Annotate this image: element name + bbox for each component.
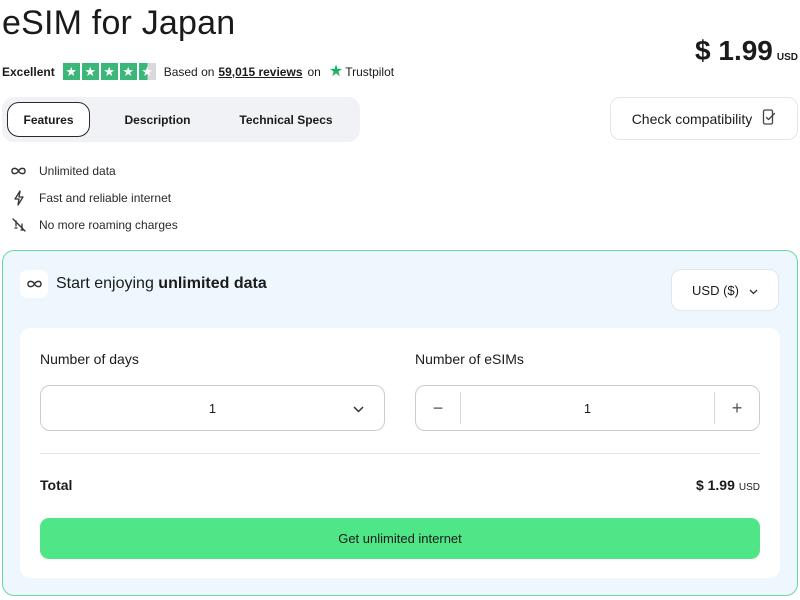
- days-select[interactable]: 1: [40, 385, 385, 431]
- feature-list: Unlimited data Fast and reliable interne…: [10, 157, 178, 238]
- trustpilot-star-icon: ★: [328, 62, 344, 80]
- total-amount: $ 1.99: [695, 477, 735, 493]
- currency-value: USD ($): [692, 282, 739, 298]
- reviews-link[interactable]: 59,015 reviews: [218, 65, 302, 79]
- card-divider: [40, 453, 760, 454]
- feature-item: No more roaming charges: [10, 211, 178, 238]
- page-title: eSIM for Japan: [2, 4, 236, 42]
- half-star-icon: ★: [138, 63, 156, 80]
- infinity-icon: [20, 270, 48, 298]
- feature-item: Fast and reliable internet: [10, 184, 178, 211]
- purchase-panel: Start enjoying unlimited data USD ($) Nu…: [2, 250, 798, 596]
- trustpilot-logo[interactable]: ★ Trustpilot: [328, 62, 395, 80]
- panel-header: Start enjoying unlimited data: [20, 270, 267, 298]
- rating-stars: ★ ★ ★ ★ ★: [62, 63, 156, 80]
- no-roaming-icon: [10, 216, 27, 233]
- total-price: $ 1.99 USD: [696, 477, 760, 493]
- days-label: Number of days: [40, 351, 139, 367]
- product-tabs: Features Description Technical Specs: [2, 97, 360, 142]
- esims-stepper: − +: [415, 385, 760, 431]
- on-text: on: [307, 64, 321, 79]
- price-currency: USD: [776, 52, 798, 63]
- decrement-button[interactable]: −: [416, 386, 460, 430]
- price-amount: $ 1.99: [695, 35, 773, 66]
- tab-features[interactable]: Features: [7, 102, 90, 137]
- total-currency: USD: [738, 482, 760, 493]
- esims-label: Number of eSIMs: [415, 351, 524, 367]
- panel-title-bold: unlimited data: [158, 275, 267, 292]
- chevron-down-icon: [353, 401, 364, 416]
- days-value: 1: [208, 400, 217, 416]
- check-compatibility-label: Check compatibility: [631, 110, 753, 127]
- rating-label: Excellent: [2, 64, 55, 79]
- check-compatibility-button[interactable]: Check compatibility: [610, 97, 798, 140]
- increment-button[interactable]: +: [715, 386, 759, 430]
- order-card: Number of days Number of eSIMs 1 − + Tot…: [20, 328, 780, 578]
- total-label: Total: [40, 477, 73, 493]
- tab-technical-specs[interactable]: Technical Specs: [225, 102, 347, 137]
- esims-quantity-input[interactable]: [461, 400, 714, 416]
- star-icon: ★: [100, 63, 118, 80]
- product-price: $ 1.99 USD: [695, 35, 798, 67]
- star-icon: ★: [119, 63, 137, 80]
- lightning-icon: [10, 189, 27, 206]
- panel-title-prefix: Start enjoying: [56, 275, 154, 292]
- panel-title: Start enjoying unlimited data: [56, 275, 267, 293]
- feature-item: Unlimited data: [10, 157, 178, 184]
- get-unlimited-internet-button[interactable]: Get unlimited internet: [40, 518, 760, 559]
- chevron-down-icon: [749, 283, 758, 298]
- trustpilot-name: Trustpilot: [345, 64, 395, 79]
- currency-select[interactable]: USD ($): [671, 269, 779, 311]
- tab-description[interactable]: Description: [90, 102, 225, 137]
- feature-label: Fast and reliable internet: [39, 190, 172, 205]
- star-icon: ★: [62, 63, 80, 80]
- based-on-text: Based on: [163, 64, 215, 79]
- trustpilot-rating: Excellent ★ ★ ★ ★ ★ Based on 59,015 revi…: [2, 63, 394, 80]
- infinity-icon: [10, 162, 27, 179]
- feature-label: Unlimited data: [39, 163, 116, 178]
- feature-label: No more roaming charges: [39, 217, 178, 232]
- star-icon: ★: [81, 63, 99, 80]
- phone-check-icon: [762, 109, 776, 128]
